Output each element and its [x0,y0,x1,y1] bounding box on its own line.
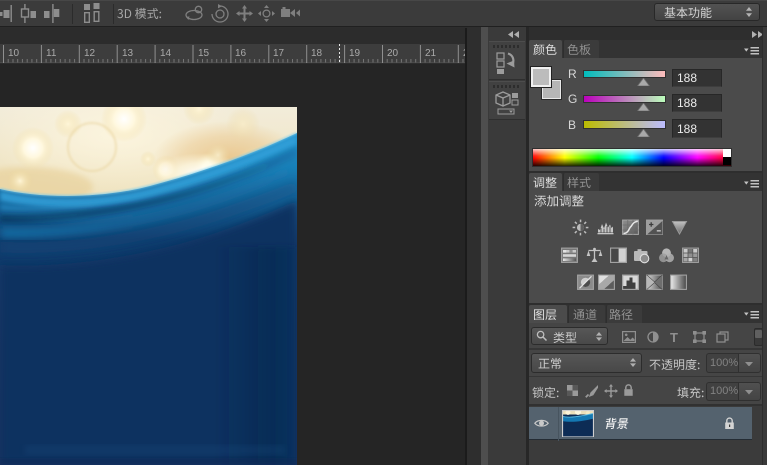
svg-text:12: 12 [84,48,96,59]
svg-text:14: 14 [160,48,172,59]
svg-text:18: 18 [311,48,323,59]
svg-text:15: 15 [198,48,210,59]
svg-text:10: 10 [8,48,20,59]
svg-text:11: 11 [46,48,57,59]
svg-text:17: 17 [273,48,285,59]
svg-text:16: 16 [235,48,247,59]
svg-text:21: 21 [425,48,437,59]
svg-text:20: 20 [387,48,399,59]
svg-text:19: 19 [349,48,361,59]
svg-text:13: 13 [122,48,134,59]
